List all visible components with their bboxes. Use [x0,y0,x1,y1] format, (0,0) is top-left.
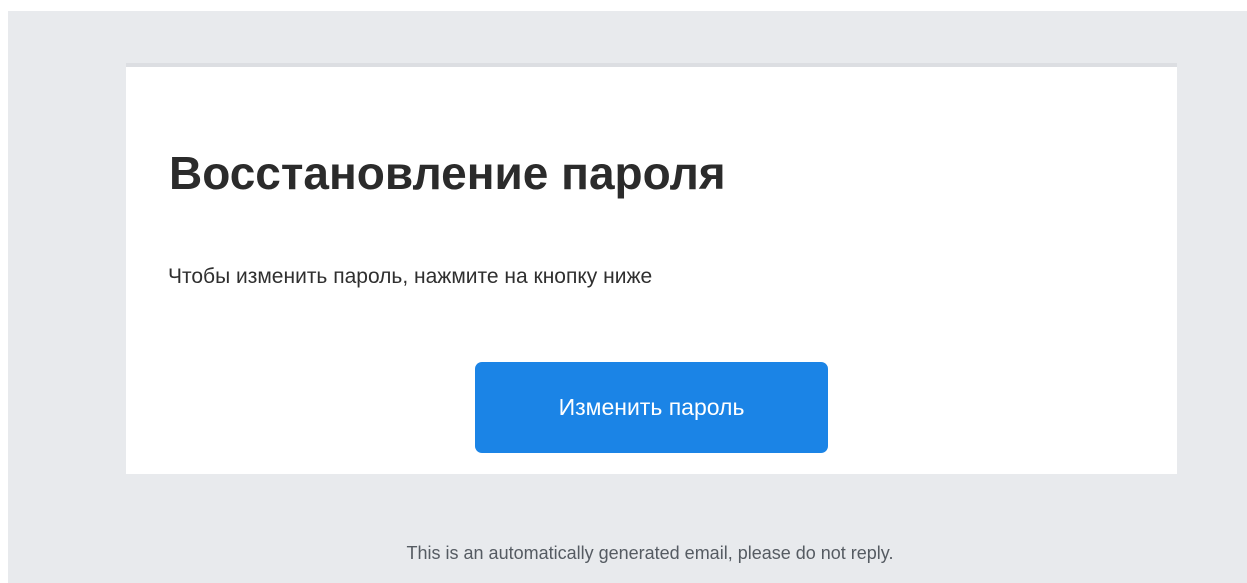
email-body-text: Чтобы изменить пароль, нажмите на кнопку… [168,265,653,288]
email-title: Восстановление пароля [169,147,726,199]
footer-note: This is an automatically generated email… [406,543,894,563]
change-password-button[interactable]: Изменить пароль [475,362,828,453]
